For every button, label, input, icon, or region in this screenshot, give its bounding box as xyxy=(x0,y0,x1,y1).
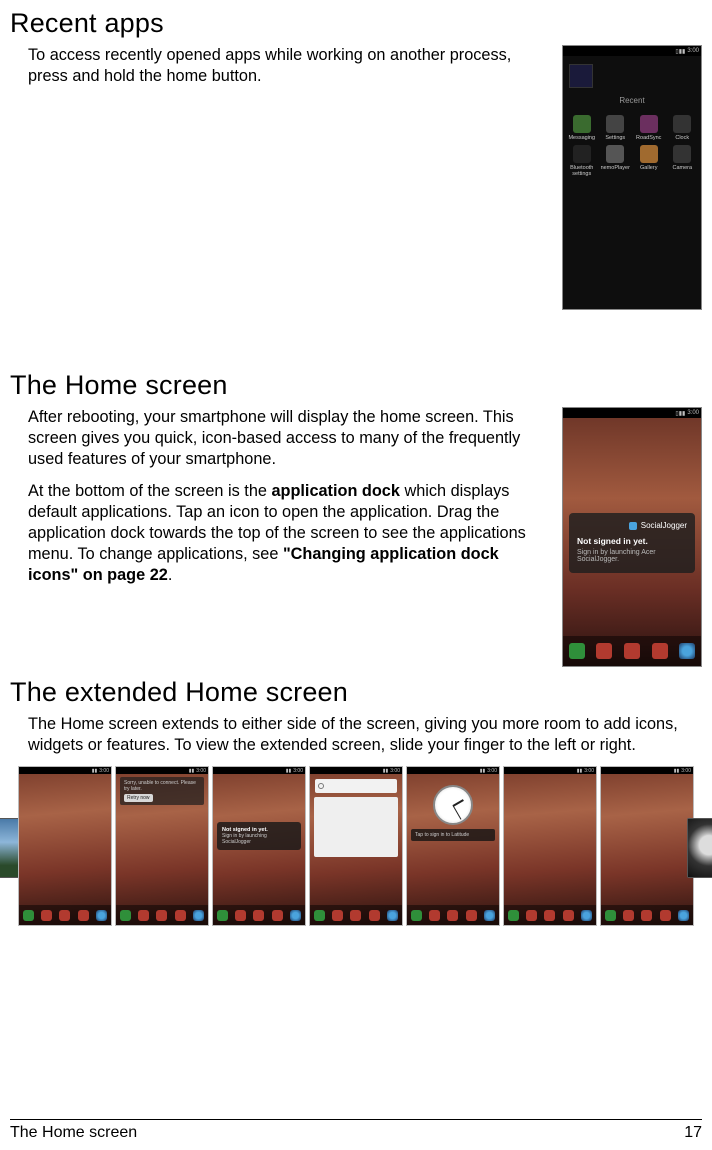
status-time: 3:00 xyxy=(687,410,699,416)
recent-app-grid: Messaging Settings RoadSync Clock Blueto… xyxy=(563,109,701,183)
dock-app-icon xyxy=(624,643,640,659)
ext-screen-7: ▮▮3:00 xyxy=(600,766,694,926)
latitude-bar: Tap to sign in to Latitude xyxy=(411,829,495,841)
app-clock: Clock xyxy=(668,115,698,141)
dock-browser-icon xyxy=(679,643,695,659)
signal-icon: ▯▮▮ xyxy=(675,48,685,55)
home-screen-body2: At the bottom of the screen is the appli… xyxy=(28,481,550,587)
ext-screen-1: ▮▮3:00 xyxy=(18,766,112,926)
white-widget xyxy=(314,797,398,857)
bluetooth-icon xyxy=(573,145,591,163)
ext-screen-5: ▮▮3:00 Tap to sign in to Latitude xyxy=(406,766,500,926)
bold-application-dock: application dock xyxy=(271,482,399,500)
dock-app-icon xyxy=(652,643,668,659)
app-bluetooth: Bluetooth settings xyxy=(567,145,597,177)
search-bar xyxy=(315,779,397,793)
analog-clock-icon xyxy=(433,785,473,825)
home-screen-screenshot: ▯▮▮ 3:00 SocialJogger Not signed in yet.… xyxy=(562,407,702,667)
camera-icon xyxy=(673,145,691,163)
app-roadsync: RoadSync xyxy=(634,115,664,141)
recent-apps-screenshot: ▯▮▮ 3:00 Recent Messaging Settings RoadS… xyxy=(562,45,702,310)
page-footer: The Home screen 17 xyxy=(10,1119,702,1142)
widget-brand-icon xyxy=(629,522,637,530)
status-bar: ▯▮▮ 3:00 xyxy=(563,46,701,56)
extended-screens-figure: ▮▮3:00 ▮▮3:00 Sorry, unable to connect. … xyxy=(10,766,702,926)
app-camera: Camera xyxy=(668,145,698,177)
signal-icon: ▯▮▮ xyxy=(675,410,685,417)
search-icon xyxy=(318,783,324,789)
dock-phone-icon xyxy=(569,643,585,659)
clock-icon xyxy=(673,115,691,133)
roadsync-icon xyxy=(640,115,658,133)
ext-screen-3: ▮▮3:00 Not signed in yet. Sign in by lau… xyxy=(212,766,306,926)
footer-page-number: 17 xyxy=(684,1124,702,1142)
heading-home-screen: The Home screen xyxy=(10,370,702,401)
widget-title: Not signed in yet. xyxy=(577,536,687,546)
heading-extended-home: The extended Home screen xyxy=(10,677,702,708)
app-nemoplayer: nemoPlayer xyxy=(601,145,631,177)
extended-home-body: The Home screen extends to either side o… xyxy=(28,714,702,756)
thumbnail-icon xyxy=(569,64,593,88)
nemoplayer-icon xyxy=(606,145,624,163)
application-dock xyxy=(19,905,111,925)
ext-screen-6: ▮▮3:00 xyxy=(503,766,597,926)
retry-button: Retry now xyxy=(124,794,153,802)
app-gallery: Gallery xyxy=(634,145,664,177)
gallery-icon xyxy=(640,145,658,163)
heading-recent-apps: Recent apps xyxy=(10,8,702,39)
app-messaging: Messaging xyxy=(567,115,597,141)
messaging-icon xyxy=(573,115,591,133)
settings-icon xyxy=(606,115,624,133)
overview-thumb-right xyxy=(687,818,712,878)
status-time: 3:00 xyxy=(687,48,699,54)
social-widget: SocialJogger Not signed in yet. Sign in … xyxy=(569,513,695,573)
ext-screen-4: ▮▮3:00 xyxy=(309,766,403,926)
widget-subtitle: Sign in by launching Acer SocialJogger. xyxy=(577,549,687,563)
application-dock xyxy=(563,636,701,666)
social-widget: Not signed in yet. Sign in by launching … xyxy=(217,822,301,850)
status-bar: ▯▮▮ 3:00 xyxy=(563,408,701,418)
footer-title: The Home screen xyxy=(10,1124,137,1142)
home-screen-body1: After rebooting, your smartphone will di… xyxy=(28,407,550,471)
app-settings: Settings xyxy=(601,115,631,141)
dock-app-icon xyxy=(596,643,612,659)
ext-screen-2: ▮▮3:00 Sorry, unable to connect. Please … xyxy=(115,766,209,926)
retry-widget: Sorry, unable to connect. Please try lat… xyxy=(120,777,204,805)
recent-apps-body: To access recently opened apps while wor… xyxy=(28,45,550,87)
